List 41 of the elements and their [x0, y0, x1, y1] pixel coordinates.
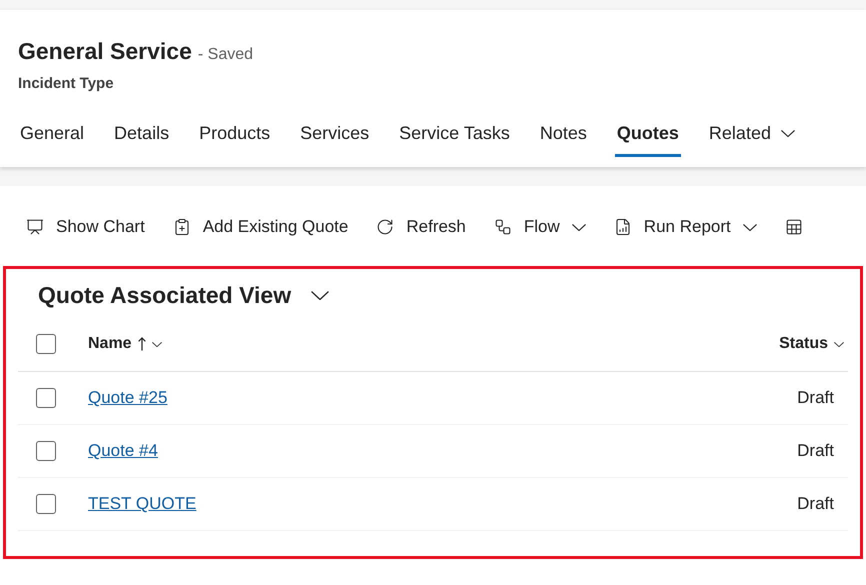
toolbar-button[interactable]: Refresh [370, 209, 472, 245]
refresh-icon [376, 218, 394, 236]
column-header[interactable]: Name [88, 332, 132, 356]
toolbar-button[interactable]: Run Report [608, 209, 763, 245]
status-cell-text: Draft [797, 493, 835, 516]
quote-link[interactable]: TEST QUOTE [88, 494, 196, 513]
tab[interactable]: Quotes [614, 113, 681, 157]
quote-link[interactable]: Quote #4 [88, 441, 158, 460]
table-row[interactable]: TEST QUOTE Draft [18, 478, 848, 531]
toolbar-button[interactable]: Show Chart [20, 209, 151, 245]
chevron-down-icon [152, 342, 162, 346]
tab[interactable]: Details [112, 113, 172, 157]
table-row[interactable]: Quote #25 Draft [18, 372, 848, 425]
toolbar-button[interactable]: Add Existing Quote [166, 209, 354, 245]
tab[interactable]: General [18, 113, 86, 157]
flow-icon [494, 218, 512, 236]
status-cell-text: Draft [797, 440, 835, 462]
view-selector-icon[interactable] [311, 290, 330, 300]
checkbox[interactable] [36, 494, 56, 514]
tab[interactable]: Service Tasks [397, 113, 512, 157]
tab[interactable]: Products [197, 113, 272, 157]
view-title: Quote Associated View [38, 280, 292, 310]
record-title: General Service [18, 37, 192, 66]
quote-link[interactable]: Quote #25 [88, 388, 168, 407]
clipboard-plus-icon [172, 218, 191, 236]
save-status: - Saved [198, 45, 254, 65]
entity-type: Incident Type [18, 74, 115, 94]
checkbox[interactable] [36, 388, 56, 408]
table-row[interactable]: Quote #4 Draft [18, 425, 848, 478]
tab[interactable]: Services [298, 113, 372, 157]
toolbar-button[interactable]: Flow [488, 209, 592, 245]
chevron-down-icon [834, 342, 844, 346]
checkbox[interactable] [36, 334, 56, 354]
status-cell-text: Draft [797, 387, 835, 410]
checkbox[interactable] [36, 441, 56, 461]
tab[interactable]: Related [706, 113, 797, 157]
tab[interactable]: Notes [538, 113, 589, 157]
spreadsheet-icon [784, 218, 803, 236]
report-icon [614, 218, 632, 236]
column-header[interactable]: Status [779, 332, 828, 356]
chart-icon [26, 218, 44, 236]
